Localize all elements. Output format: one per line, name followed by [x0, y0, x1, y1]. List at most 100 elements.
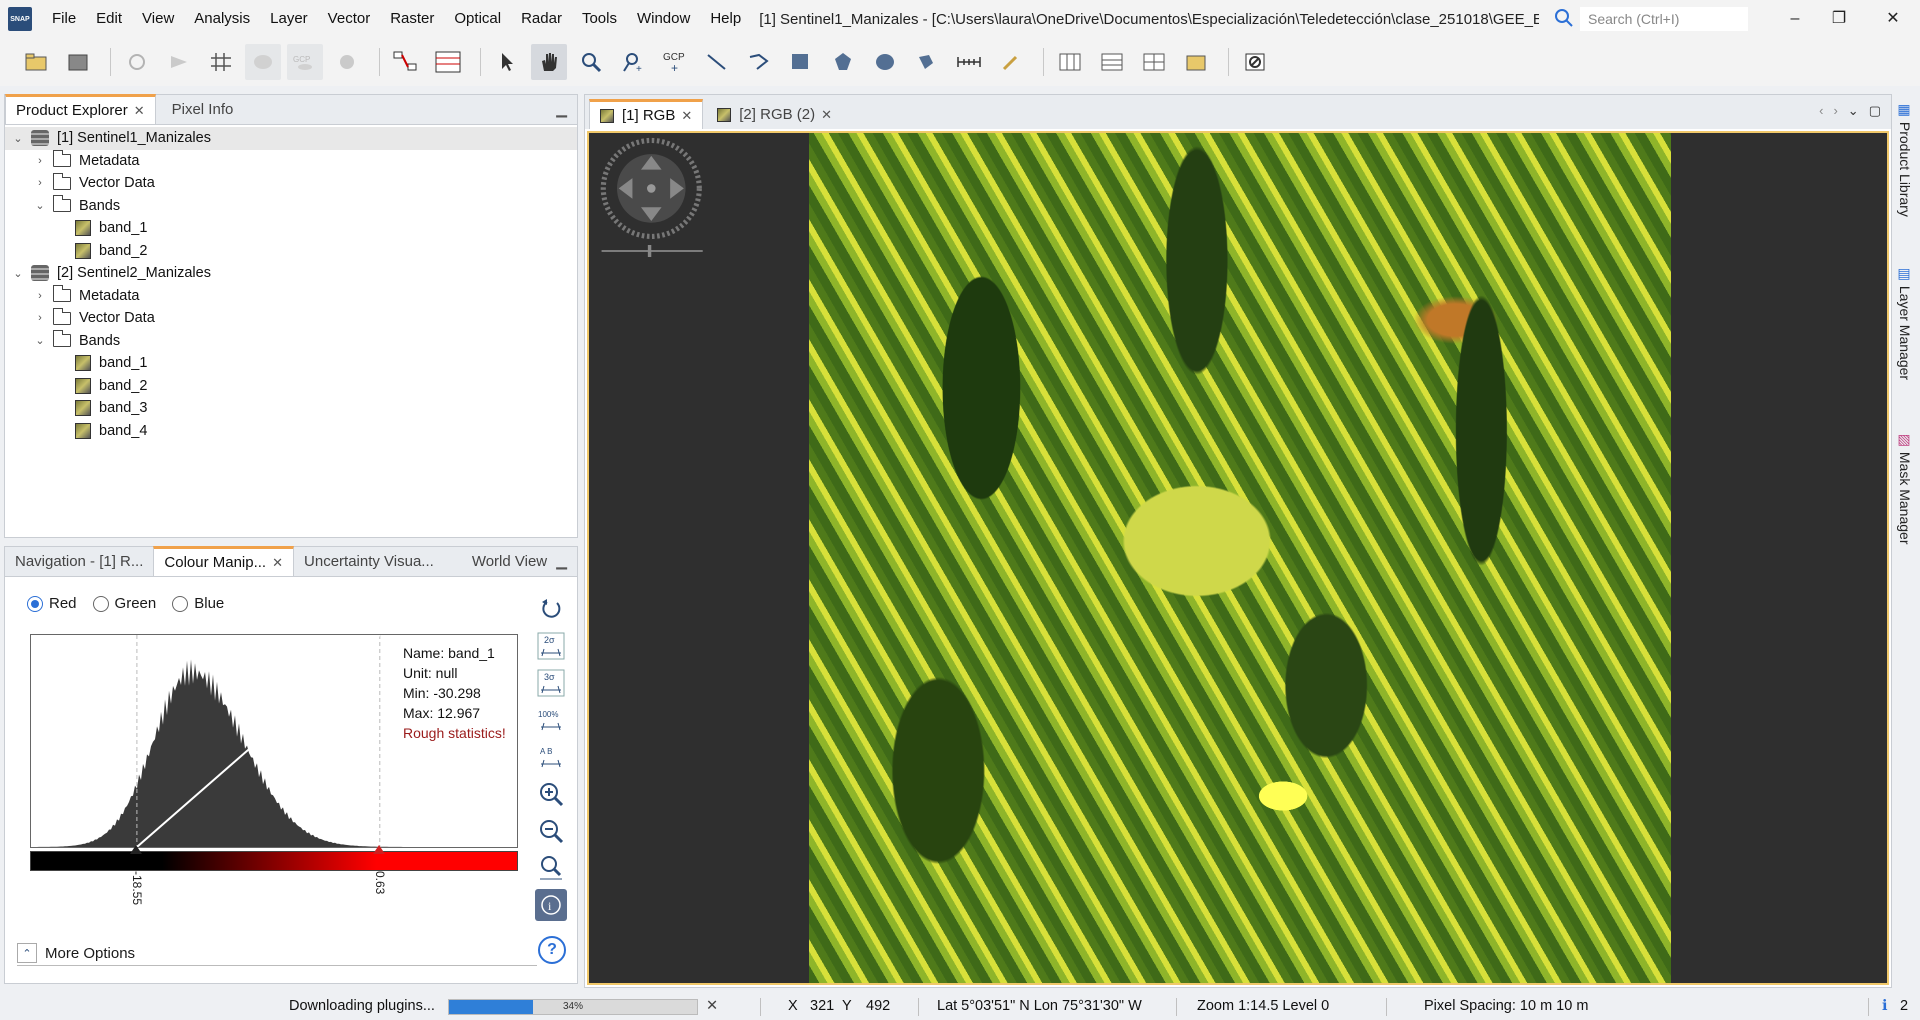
restore-window-button[interactable]: ❐ — [1824, 6, 1854, 32]
menu-radar[interactable]: Radar — [511, 0, 572, 38]
search-icon[interactable] — [1554, 8, 1576, 28]
tab-world-view[interactable]: World View — [462, 548, 557, 576]
menu-window[interactable]: Window — [627, 0, 700, 38]
chevron-down-icon[interactable]: ⌄ — [33, 199, 47, 212]
close-tab-icon[interactable]: ✕ — [821, 101, 832, 129]
chevron-down-icon[interactable]: ⌄ — [11, 132, 25, 145]
tree-item-folder[interactable]: › Metadata — [5, 285, 577, 308]
zoom-out-vertical-icon[interactable] — [535, 815, 567, 847]
tree-item-product[interactable]: ⌄ [2] Sentinel2_Manizales — [5, 262, 577, 285]
tree-item-band[interactable]: band_1 — [5, 217, 577, 240]
gcp-overlay-icon[interactable]: GCP — [287, 44, 323, 80]
maximize-view-icon[interactable]: ▢ — [1869, 103, 1881, 119]
help-icon[interactable]: ? — [538, 936, 566, 964]
line-drawing-icon[interactable] — [699, 44, 735, 80]
tab-list-icon[interactable]: ⌄ — [1848, 103, 1859, 119]
menu-vector[interactable]: Vector — [318, 0, 381, 38]
chevron-right-icon[interactable]: › — [33, 155, 47, 167]
sync-views-icon[interactable] — [119, 44, 155, 80]
magic-wand-icon[interactable] — [909, 44, 945, 80]
menu-view[interactable]: View — [132, 0, 184, 38]
radio-blue[interactable] — [172, 595, 189, 612]
close-window-button[interactable]: ✕ — [1878, 6, 1908, 32]
menu-analysis[interactable]: Analysis — [184, 0, 260, 38]
slider-max-handle[interactable] — [372, 845, 385, 854]
menu-help[interactable]: Help — [700, 0, 751, 38]
cancel-task-icon[interactable]: ✕ — [706, 998, 718, 1014]
tree-item-folder[interactable]: › Vector Data — [5, 172, 577, 195]
tree-item-folder[interactable]: ⌄ Bands — [5, 195, 577, 218]
menu-file[interactable]: File — [42, 0, 86, 38]
slider-max-value[interactable]: 0.63 — [373, 871, 387, 894]
menu-tools[interactable]: Tools — [572, 0, 627, 38]
zoom-horizontal-icon[interactable] — [535, 852, 567, 884]
scroll-right-icon[interactable]: › — [1833, 103, 1837, 119]
tile-horizontally-icon[interactable] — [1094, 44, 1130, 80]
range-a-b-icon[interactable]: A B — [535, 741, 567, 773]
tab-product-explorer[interactable]: Product Explorer ✕ — [5, 94, 156, 124]
tile-evenly-icon[interactable] — [1052, 44, 1088, 80]
layer-manager-tab[interactable]: ▤ Layer Manager — [1897, 266, 1913, 380]
zoom-in-vertical-icon[interactable] — [535, 778, 567, 810]
menu-edit[interactable]: Edit — [86, 0, 132, 38]
graticule-icon[interactable] — [203, 44, 239, 80]
search-input[interactable]: Search (Ctrl+I) — [1580, 7, 1748, 31]
chevron-right-icon[interactable]: › — [33, 177, 47, 189]
tile-single-icon[interactable] — [1178, 44, 1214, 80]
image-canvas[interactable] — [587, 131, 1889, 985]
tree-item-band[interactable]: band_1 — [5, 352, 577, 375]
minimize-panel-icon[interactable]: ▁ — [556, 101, 567, 118]
open-product-icon[interactable] — [18, 44, 54, 80]
more-options-toggle[interactable]: ⌃ More Options — [17, 943, 537, 966]
minimize-window-button[interactable]: – — [1780, 6, 1810, 32]
menu-optical[interactable]: Optical — [444, 0, 511, 38]
radio-green[interactable] — [92, 595, 109, 612]
overlay-icon[interactable] — [329, 44, 365, 80]
radio-red[interactable] — [27, 595, 43, 612]
tab-rgb-2[interactable]: [2] RGB (2) ✕ — [707, 101, 842, 129]
rectangle-drawing-icon[interactable] — [783, 44, 819, 80]
tab-pixel-info[interactable]: Pixel Info — [162, 96, 244, 124]
gcp-placing-icon[interactable]: GCP + — [657, 44, 693, 80]
stretch-3-sigma-icon[interactable]: 3σ — [535, 667, 567, 699]
close-tab-icon[interactable]: ✕ — [681, 102, 692, 130]
tree-item-folder[interactable]: ⌄ Bands — [5, 330, 577, 353]
sync-cursor-icon[interactable] — [161, 44, 197, 80]
rgb-raster-image[interactable] — [809, 133, 1671, 983]
tree-item-folder[interactable]: › Metadata — [5, 150, 577, 173]
scroll-left-icon[interactable]: ‹ — [1819, 103, 1823, 119]
save-product-icon[interactable] — [60, 44, 96, 80]
graph-builder-icon[interactable] — [388, 44, 424, 80]
stretch-100-percent-icon[interactable]: 100% — [535, 704, 567, 736]
tree-item-folder[interactable]: › Vector Data — [5, 307, 577, 330]
product-library-tab[interactable]: ▦ Product Library — [1897, 102, 1913, 217]
reset-defaults-icon[interactable] — [535, 593, 567, 625]
menu-layer[interactable]: Layer — [260, 0, 318, 38]
notifications-icon[interactable]: ℹ — [1882, 998, 1888, 1014]
tab-colour-manipulation[interactable]: Colour Manip... ✕ — [153, 546, 295, 577]
expand-up-icon[interactable]: ⌃ — [17, 943, 37, 963]
chevron-down-icon[interactable]: ⌄ — [11, 267, 25, 280]
close-tab-icon[interactable]: ✕ — [134, 97, 145, 125]
range-finder-icon[interactable] — [951, 44, 987, 80]
menu-raster[interactable]: Raster — [380, 0, 444, 38]
slider-min-value[interactable]: -18.55 — [130, 871, 144, 905]
navigation-control-icon[interactable] — [593, 137, 713, 257]
tree-item-band[interactable]: band_2 — [5, 240, 577, 263]
polygon-drawing-icon[interactable] — [825, 44, 861, 80]
tab-rgb-1[interactable]: [1] RGB ✕ — [589, 99, 704, 130]
tab-navigation[interactable]: Navigation - [1] R... — [5, 548, 153, 576]
select-tool-icon[interactable] — [489, 44, 525, 80]
close-tab-icon[interactable]: ✕ — [272, 549, 283, 577]
pan-tool-icon[interactable] — [531, 44, 567, 80]
tile-grid-icon[interactable] — [1136, 44, 1172, 80]
info-icon[interactable]: i — [535, 889, 567, 921]
polyline-drawing-icon[interactable] — [741, 44, 777, 80]
pin-placing-icon[interactable]: + — [615, 44, 651, 80]
tree-item-band[interactable]: band_2 — [5, 375, 577, 398]
stretch-2-sigma-icon[interactable]: 2σ — [535, 630, 567, 662]
slider-min-handle[interactable] — [129, 845, 142, 854]
zoom-tool-icon[interactable] — [573, 44, 609, 80]
insert-tool-icon[interactable] — [993, 44, 1029, 80]
notifications-count[interactable]: 2 — [1900, 998, 1908, 1014]
